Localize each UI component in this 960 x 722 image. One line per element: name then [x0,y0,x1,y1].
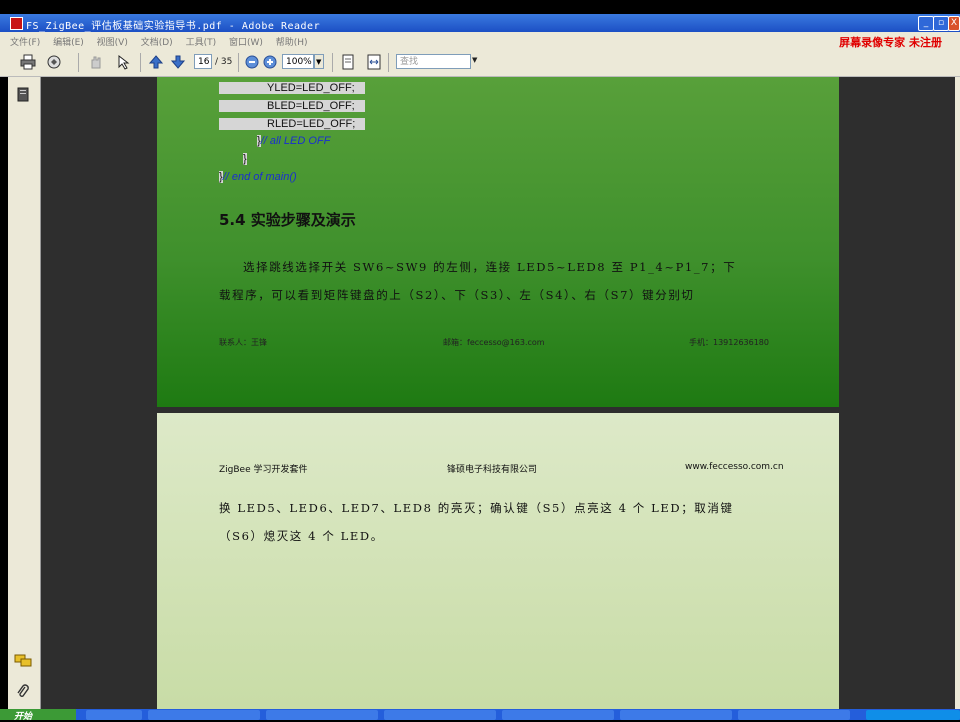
search-input[interactable]: 查找 [396,54,471,69]
menu-view[interactable]: 视图(V) [97,35,128,48]
menu-file[interactable]: 文件(F) [10,35,40,48]
zoom-level-input[interactable]: 100% [282,54,314,69]
page-number-input[interactable]: 16 [194,54,212,69]
fit-width-icon[interactable] [366,54,382,70]
footer-email: 邮箱：feccesso@163.com [443,338,545,347]
code-comment: // end of main() [222,171,297,183]
title-bar: FS_ZigBee_评估板基础实验指导书.pdf - Adobe Reader … [0,14,960,32]
pdf-page-17: ZigBee 学习开发套件 锋硕电子科技有限公司 www.feccesso.co… [157,413,839,710]
window-title: FS_ZigBee_评估板基础实验指导书.pdf - Adobe Reader [26,21,321,32]
section-heading: 5.4 实验步骤及演示 [219,211,356,229]
paragraph-line: 选择跳线选择开关 SW6~SW9 的左侧，连接 LED5~LED8 至 P1_4… [243,260,737,274]
search-dropdown-arrow[interactable]: ▼ [472,56,477,74]
taskbar-item[interactable] [738,710,850,720]
navigation-pane [8,77,41,709]
start-button[interactable]: 开始 [0,709,76,722]
code-brace: } [243,153,247,165]
paragraph-line: 换 LED5、LED6、LED7、LED8 的亮灭；确认键（S5）点亮这 4 个… [219,501,734,515]
attachments-icon[interactable] [16,684,30,700]
code-line: RLED=LED_OFF; [219,118,365,130]
zoom-out-icon[interactable] [244,54,260,70]
taskbar: 开始 [0,709,960,722]
toolbar: 16 / 35 100% ▼ 查找 ▼ [0,49,960,77]
pdf-page-16: YLED=LED_OFF; BLED=LED_OFF; RLED=LED_OFF… [157,77,839,407]
paragraph-line: 载程序，可以看到矩阵键盘的上（S2）、下（S3）、左（S4）、右（S7）键分别切 [219,288,695,302]
toolbar-separator [78,53,79,72]
zoom-in-icon[interactable] [262,54,278,70]
code-line: BLED=LED_OFF; [219,100,365,112]
taskbar-item[interactable] [620,710,732,720]
footer-phone: 手机：13912636180 [689,338,769,347]
zoom-dropdown-arrow[interactable]: ▼ [314,54,324,69]
taskbar-item[interactable] [266,710,378,720]
header-left: ZigBee 学习开发套件 [219,465,308,475]
menu-bar: 文件(F) 编辑(E) 视图(V) 文档(D) 工具(T) 窗口(W) 帮助(H… [0,32,960,49]
toolbar-separator [388,53,389,72]
code-line: YLED=LED_OFF; [219,82,365,94]
code-comment: // all LED OFF [260,135,331,147]
recorder-watermark: 屏幕录像专家 未注册 [839,36,942,49]
comments-icon[interactable] [14,654,32,668]
close-button[interactable]: X [948,16,960,31]
toolbar-separator [332,53,333,72]
page-total-label: / 35 [215,57,233,67]
header-center: 锋硕电子科技有限公司 [447,465,538,475]
menu-edit[interactable]: 编辑(E) [53,35,84,48]
header-right: www.feccesso.com.cn [685,462,784,472]
select-tool-icon[interactable] [116,54,132,70]
taskbar-item[interactable] [384,710,496,720]
quick-launch[interactable] [86,710,142,720]
toolbar-separator [140,53,141,72]
taskbar-item[interactable] [148,710,260,720]
vertical-scrollbar[interactable] [955,77,960,709]
print-icon[interactable] [20,54,36,70]
system-tray[interactable] [866,710,960,720]
paragraph-line: （S6）熄灭这 4 个 LED。 [219,529,384,543]
next-page-icon[interactable] [170,54,186,70]
menu-help[interactable]: 帮助(H) [276,35,308,48]
pages-icon[interactable] [15,86,31,102]
toolbar-separator [238,53,239,72]
minimize-button[interactable]: _ [918,16,934,31]
hand-tool-icon[interactable] [88,54,104,70]
footer-contact: 联系人：王锋 [219,338,267,347]
maximize-button[interactable]: ▫ [933,16,949,31]
fit-page-icon[interactable] [340,54,356,70]
menu-window[interactable]: 窗口(W) [229,35,263,48]
pdf-app-icon [10,17,23,30]
email-icon[interactable] [46,54,62,70]
taskbar-item[interactable] [502,710,614,720]
menu-tools[interactable]: 工具(T) [186,35,217,48]
menu-document[interactable]: 文档(D) [141,35,173,48]
previous-page-icon[interactable] [148,54,164,70]
